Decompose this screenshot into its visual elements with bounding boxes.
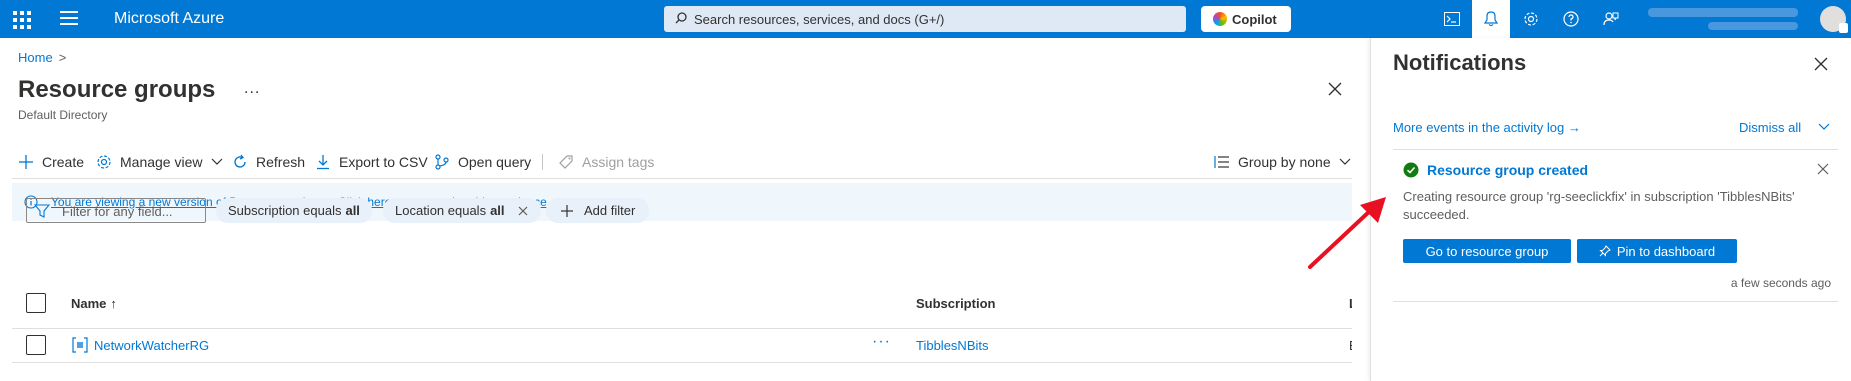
close-icon[interactable]	[1326, 80, 1344, 98]
page-title: Resource groups	[18, 76, 216, 103]
grid-header: Name↑ Subscription L	[12, 286, 1352, 322]
pin-to-dashboard-button[interactable]: Pin to dashboard	[1577, 239, 1737, 263]
export-csv-button[interactable]: Export to CSV	[315, 150, 428, 174]
waffle-icon[interactable]	[10, 8, 32, 30]
assign-tags-label: Assign tags	[582, 154, 655, 170]
pin-to-dashboard-label: Pin to dashboard	[1616, 243, 1716, 259]
plus-icon	[561, 204, 573, 217]
close-icon[interactable]	[1817, 163, 1829, 175]
avatar[interactable]	[1820, 6, 1848, 33]
filter-input[interactable]: Filter for any field...	[26, 198, 206, 223]
column-header-subscription[interactable]: Subscription	[916, 296, 995, 311]
breadcrumb-home[interactable]: Home	[18, 50, 53, 65]
cloud-shell-icon[interactable]	[1433, 0, 1471, 38]
close-icon[interactable]	[517, 205, 529, 217]
go-to-resource-group-button[interactable]: Go to resource group	[1403, 239, 1571, 263]
query-icon	[435, 154, 449, 170]
download-icon	[317, 155, 329, 170]
close-icon[interactable]	[1813, 56, 1829, 72]
copilot-icon	[1213, 12, 1227, 26]
divider	[1393, 301, 1838, 302]
subscription-filter-label: Subscription equals	[228, 203, 342, 218]
location-filter-pill[interactable]: Location equals all	[383, 198, 541, 223]
export-csv-label: Export to CSV	[339, 154, 428, 170]
notification-timestamp: a few seconds ago	[1730, 276, 1831, 290]
more-actions-button[interactable]: ...	[244, 80, 260, 98]
search-icon	[675, 12, 687, 24]
annotation-arrow-icon	[1308, 197, 1386, 269]
page-subtitle: Default Directory	[18, 108, 108, 122]
divider	[1393, 149, 1838, 150]
chevron-down-icon[interactable]	[1817, 120, 1831, 134]
column-header-name[interactable]: Name ↑	[71, 296, 117, 311]
tag-icon	[559, 155, 573, 169]
refresh-label: Refresh	[256, 154, 306, 170]
copilot-button[interactable]: Copilot	[1201, 6, 1291, 32]
column-header-location[interactable]: L	[1349, 296, 1352, 311]
add-filter-button[interactable]: Add filter	[546, 198, 650, 223]
notification-description: Creating resource group 'rg-seeclickfix'…	[1403, 189, 1795, 222]
breadcrumb-separator: >	[58, 50, 67, 65]
manage-view-button[interactable]: Manage view	[96, 150, 223, 174]
assign-tags-button[interactable]: Assign tags	[558, 150, 654, 174]
toolbar-divider	[542, 154, 543, 170]
open-query-label: Open query	[458, 154, 532, 170]
group-by-button[interactable]: Group by none	[1214, 150, 1351, 174]
notifications-panel: Notifications More events in the activit…	[1370, 38, 1851, 381]
subscription-filter-value: all	[345, 203, 360, 218]
subscription-filter-pill[interactable]: Subscription equals all	[216, 198, 372, 223]
success-check-icon	[1403, 162, 1419, 178]
command-bar: Create Manage view Refresh Export to CSV…	[18, 150, 1358, 174]
toolbar-divider-line	[12, 178, 1352, 179]
refresh-button[interactable]: Refresh	[232, 150, 305, 174]
location-filter-label: Location equals	[395, 203, 487, 218]
global-search-input[interactable]: Search resources, services, and docs (G+…	[664, 6, 1186, 32]
hamburger-icon[interactable]	[60, 11, 78, 27]
table-row[interactable]: NetworkWatcherRG ··· TibblesNBits E	[12, 329, 1352, 361]
open-query-button[interactable]: Open query	[434, 150, 531, 174]
row-checkbox[interactable]	[26, 335, 46, 355]
resource-group-icon	[72, 337, 88, 353]
top-bar: Microsoft Azure Search resources, servic…	[0, 0, 1851, 38]
main-content: Home > Resource groups ... Default Direct…	[0, 38, 1370, 381]
resource-group-name-link[interactable]: NetworkWatcherRG	[94, 338, 209, 353]
bell-icon[interactable]	[1472, 0, 1510, 38]
select-all-checkbox[interactable]	[26, 293, 46, 313]
help-icon[interactable]	[1552, 0, 1590, 38]
chevron-down-icon	[211, 158, 222, 165]
subscription-link[interactable]: TibblesNBits	[916, 338, 988, 353]
sort-arrow-icon: ↑	[110, 296, 117, 311]
copilot-label: Copilot	[1232, 12, 1277, 27]
column-name-label: Name	[71, 296, 107, 311]
list-icon	[1214, 156, 1229, 168]
group-by-label: Group by none	[1238, 154, 1331, 170]
row-more-button[interactable]: ···	[872, 333, 891, 351]
info-banner: You are viewing a new version of Browse …	[12, 183, 1352, 221]
add-filter-label: Add filter	[584, 203, 636, 218]
chevron-down-icon	[1339, 158, 1351, 165]
create-label: Create	[42, 154, 85, 170]
breadcrumb: Home >	[18, 50, 66, 65]
notifications-title: Notifications	[1393, 50, 1527, 75]
account-info[interactable]	[1648, 6, 1808, 34]
brand-title[interactable]: Microsoft Azure	[114, 10, 224, 28]
search-placeholder: Search resources, services, and docs (G+…	[694, 12, 945, 27]
pin-icon	[1599, 245, 1611, 257]
filter-placeholder: Filter for any field...	[62, 204, 173, 219]
location-value: E	[1349, 338, 1352, 353]
notification-title[interactable]: Resource group created	[1427, 162, 1588, 178]
activity-log-link[interactable]: More events in the activity log →	[1393, 120, 1581, 135]
refresh-icon	[234, 154, 246, 168]
create-button[interactable]: Create	[18, 150, 84, 174]
gear-icon	[97, 155, 111, 169]
filter-icon	[34, 204, 50, 218]
gear-icon[interactable]	[1512, 0, 1550, 38]
feedback-icon[interactable]	[1592, 0, 1630, 38]
dismiss-all-button[interactable]: Dismiss all	[1739, 120, 1801, 135]
manage-view-label: Manage view	[120, 154, 203, 170]
plus-icon	[19, 155, 33, 169]
row-divider	[12, 362, 1352, 363]
location-filter-value: all	[490, 203, 505, 218]
